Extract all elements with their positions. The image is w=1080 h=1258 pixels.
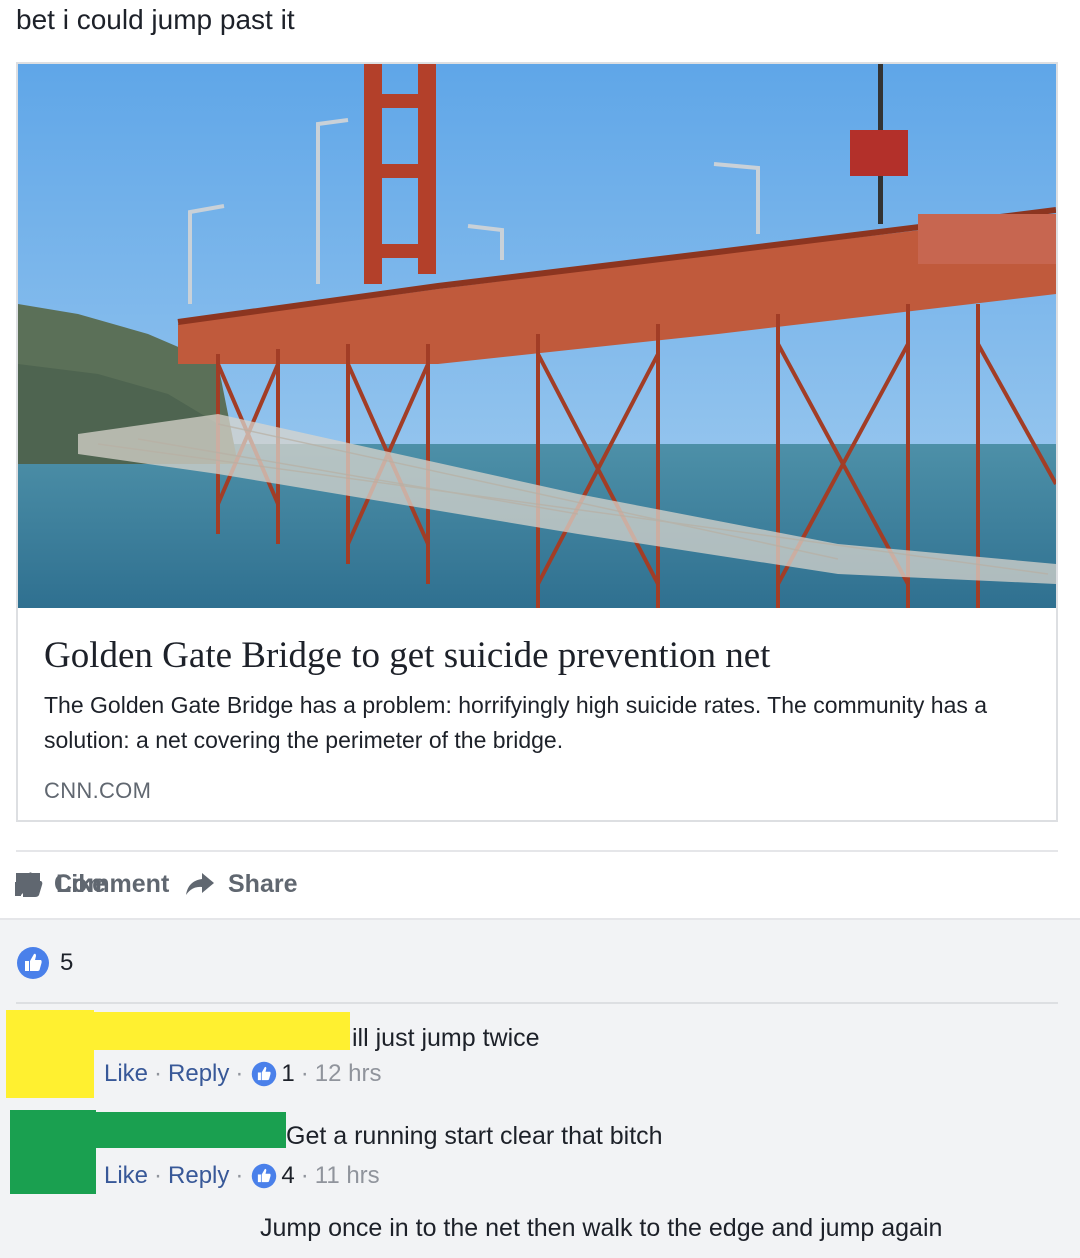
like-count-icon bbox=[252, 1061, 277, 1087]
separator-dot: · bbox=[235, 1060, 244, 1087]
comment-item: Jump once in to the net then walk to the… bbox=[0, 1204, 1080, 1258]
like-count-icon bbox=[252, 1163, 277, 1189]
comment-like-link[interactable]: Like bbox=[104, 1162, 148, 1190]
comment-icon bbox=[16, 873, 40, 896]
link-preview-card[interactable]: Golden Gate Bridge to get suicide preven… bbox=[16, 62, 1058, 822]
comment-meta: Like · Reply · 4 · 11 hrs bbox=[104, 1162, 380, 1190]
comment-text: Jump once in to the net then walk to the… bbox=[260, 1214, 943, 1242]
link-title[interactable]: Golden Gate Bridge to get suicide preven… bbox=[44, 634, 770, 677]
redacted-name bbox=[94, 1012, 350, 1050]
post-text: bet i could jump past it bbox=[16, 4, 295, 35]
comment-reply-link[interactable]: Reply bbox=[168, 1162, 229, 1190]
reaction-summary[interactable]: 5 bbox=[16, 946, 73, 980]
link-description: The Golden Gate Bridge has a problem: ho… bbox=[44, 692, 988, 753]
comment-like-count[interactable]: 1 bbox=[281, 1060, 294, 1088]
reaction-count: 5 bbox=[60, 949, 74, 976]
comment-meta: Like · Reply · 1 · 12 hrs bbox=[104, 1060, 381, 1088]
post-actions: Like Comment Share bbox=[14, 866, 297, 902]
comment-item: Get a running start clear that bitch Lik… bbox=[0, 1110, 1080, 1200]
comment-label: Comment bbox=[54, 869, 170, 898]
comment-timestamp[interactable]: 12 hrs bbox=[315, 1060, 382, 1088]
bridge-photo bbox=[18, 64, 1056, 608]
comment-timestamp[interactable]: 11 hrs bbox=[315, 1162, 380, 1190]
reactions-divider bbox=[16, 1002, 1058, 1004]
comment-reply-link[interactable]: Reply bbox=[168, 1060, 229, 1088]
redacted-name bbox=[100, 1206, 258, 1242]
link-domain: CNN.COM bbox=[44, 778, 152, 803]
separator-dot: · bbox=[154, 1162, 163, 1189]
comment-like-count[interactable]: 4 bbox=[281, 1162, 294, 1190]
redacted-avatar bbox=[10, 1110, 96, 1194]
like-reaction-icon bbox=[17, 947, 49, 979]
separator-dot: · bbox=[154, 1060, 163, 1087]
separator-dot: · bbox=[235, 1162, 244, 1189]
redacted-avatar bbox=[0, 1206, 100, 1258]
comment-button[interactable]: Comment bbox=[14, 870, 252, 899]
redacted-avatar bbox=[6, 1010, 94, 1098]
comments-section: 5 ill just jump twice Like · Reply · 1 ·… bbox=[0, 918, 1080, 1258]
separator-dot: · bbox=[300, 1060, 309, 1087]
comment-item: ill just jump twice Like · Reply · 1 · 1… bbox=[0, 1010, 1080, 1110]
link-preview-image[interactable] bbox=[18, 64, 1056, 608]
separator-dot: · bbox=[300, 1162, 309, 1189]
actions-divider bbox=[16, 850, 1058, 852]
comment-text: ill just jump twice bbox=[352, 1024, 540, 1052]
comment-text: Get a running start clear that bitch bbox=[286, 1122, 663, 1150]
redacted-name bbox=[96, 1112, 286, 1148]
comment-like-link[interactable]: Like bbox=[104, 1060, 148, 1088]
